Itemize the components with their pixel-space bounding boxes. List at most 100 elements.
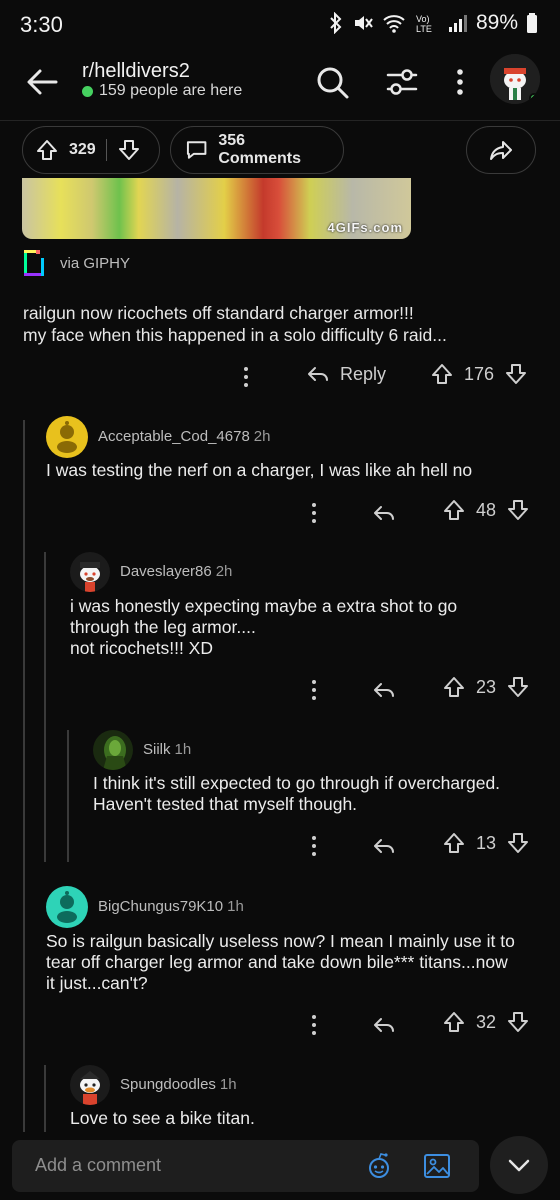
comment-score: 13 <box>476 832 497 853</box>
avatar[interactable] <box>46 416 88 458</box>
reply-button[interactable]: Reply <box>306 362 386 386</box>
comment-body: I was testing the nerf on a charger, I w… <box>46 460 473 480</box>
downvote-icon[interactable] <box>506 1010 530 1034</box>
comment-username[interactable]: Spungdoodles <box>120 1076 216 1093</box>
signal-icon <box>448 15 467 32</box>
more-vert-icon[interactable] <box>302 498 326 528</box>
back-arrow-icon[interactable] <box>22 62 62 102</box>
more-vert-icon[interactable] <box>302 1010 326 1040</box>
svg-text:LTE: LTE <box>416 24 432 34</box>
more-vert-icon[interactable] <box>302 675 326 705</box>
add-comment-input[interactable]: Add a comment <box>12 1140 479 1192</box>
comment-username[interactable]: Acceptable_Cod_4678 <box>98 428 250 445</box>
comment-header: Acceptable_Cod_4678 2h <box>46 416 270 458</box>
filter-icon[interactable] <box>382 62 422 102</box>
comment-header: Spungdoodles 1h <box>70 1065 237 1105</box>
online-dot-icon <box>82 85 93 97</box>
downvote-icon[interactable] <box>117 138 141 162</box>
upvote-icon[interactable] <box>35 138 59 162</box>
avatar[interactable] <box>93 730 133 770</box>
comment-username[interactable]: Daveslayer86 <box>120 563 212 580</box>
status-time: 3:30 <box>20 12 63 37</box>
more-vert-icon[interactable] <box>302 831 326 861</box>
comment-time: 1h <box>174 741 192 758</box>
snoo-yellow-icon <box>46 416 88 458</box>
gif-watermark: 4GIFs.com <box>327 220 403 235</box>
comment-actions: 32 <box>0 1010 560 1040</box>
svg-text:Vo): Vo) <box>416 14 430 24</box>
post-score: 329 <box>69 141 96 158</box>
comment-time: 2h <box>253 428 271 445</box>
thread-line <box>44 1065 46 1132</box>
comment-score: 48 <box>476 499 497 520</box>
comment-time: 2h <box>215 563 233 580</box>
comments-button[interactable]: 356 Comments <box>170 126 344 174</box>
comment-score: 23 <box>476 676 497 697</box>
comments-count: 356 Comments <box>218 132 302 167</box>
downvote-icon[interactable] <box>504 362 528 386</box>
comment-actions: 48 <box>0 498 560 528</box>
avatar[interactable] <box>70 552 110 592</box>
avatar[interactable] <box>70 1065 110 1105</box>
comment-vote: 176 <box>430 362 528 386</box>
search-icon[interactable] <box>312 62 352 102</box>
comment-vote: 48 <box>442 498 530 522</box>
share-icon <box>490 141 512 160</box>
more-vert-icon[interactable] <box>234 362 258 392</box>
reply-icon[interactable] <box>372 1010 396 1040</box>
snoo-avatar-icon <box>70 552 110 592</box>
comment-composer-bar: Add a comment <box>0 1132 560 1200</box>
giphy-label: via GIPHY <box>60 254 131 272</box>
reply-icon[interactable] <box>372 498 396 528</box>
reply-icon <box>308 367 328 381</box>
upvote-icon[interactable] <box>430 362 454 386</box>
comment-time: 1h <box>219 1076 237 1093</box>
upvote-icon[interactable] <box>442 1010 466 1034</box>
downvote-icon[interactable] <box>506 498 530 522</box>
user-avatar[interactable] <box>490 54 540 104</box>
online-badge-icon <box>529 93 539 103</box>
comment-header: Daveslayer86 2h <box>70 552 232 592</box>
comment-actions: 13 <box>0 831 560 861</box>
character-avatar-icon <box>93 730 133 770</box>
comment-username[interactable]: Siilk <box>143 741 171 758</box>
comment-username[interactable]: BigChungus79K10 <box>98 898 223 915</box>
giphy-logo-icon <box>24 250 44 276</box>
more-vert-icon[interactable] <box>440 62 480 102</box>
online-count: 159 people are here <box>82 82 242 100</box>
upvote-icon[interactable] <box>442 675 466 699</box>
giphy-attribution[interactable]: via GIPHY <box>22 248 130 278</box>
comment-score: 32 <box>476 1011 497 1032</box>
reply-icon[interactable] <box>372 831 396 861</box>
post-vote-pill: 329 <box>22 126 160 174</box>
bluetooth-icon <box>330 12 342 34</box>
app-bar: r/helldivers2 159 people are here <box>0 50 560 120</box>
collapse-button[interactable] <box>490 1136 548 1194</box>
comment-actions: 23 <box>0 675 560 705</box>
comment-body: I think it's still expected to go throug… <box>93 773 501 814</box>
add-comment-placeholder: Add a comment <box>35 1155 162 1175</box>
snoo-sticker-icon[interactable] <box>364 1151 394 1181</box>
comment-time: 1h <box>227 898 244 915</box>
comment-score: 176 <box>464 363 495 384</box>
reply-icon[interactable] <box>372 675 396 705</box>
image-icon[interactable] <box>422 1151 452 1181</box>
subreddit-name[interactable]: r/helldivers2 <box>82 60 190 83</box>
wifi-icon <box>383 15 405 33</box>
comment-gif-image[interactable]: 4GIFs.com <box>22 178 411 239</box>
avatar[interactable] <box>46 886 88 928</box>
snoo-teal-icon <box>46 886 88 928</box>
mute-icon <box>354 16 373 30</box>
comment-body: i was honestly expecting maybe a extra s… <box>70 596 458 658</box>
share-button[interactable] <box>466 126 536 174</box>
upvote-icon[interactable] <box>442 831 466 855</box>
upvote-icon[interactable] <box>442 498 466 522</box>
comment-vote: 13 <box>442 831 530 855</box>
downvote-icon[interactable] <box>506 675 530 699</box>
vote-separator <box>105 139 107 161</box>
snoo-avatar-icon <box>70 1065 110 1105</box>
downvote-icon[interactable] <box>506 831 530 855</box>
comment-body: railgun now ricochets off standard charg… <box>23 303 447 345</box>
thread-line <box>44 552 46 862</box>
battery-percent: 89% <box>475 11 518 34</box>
